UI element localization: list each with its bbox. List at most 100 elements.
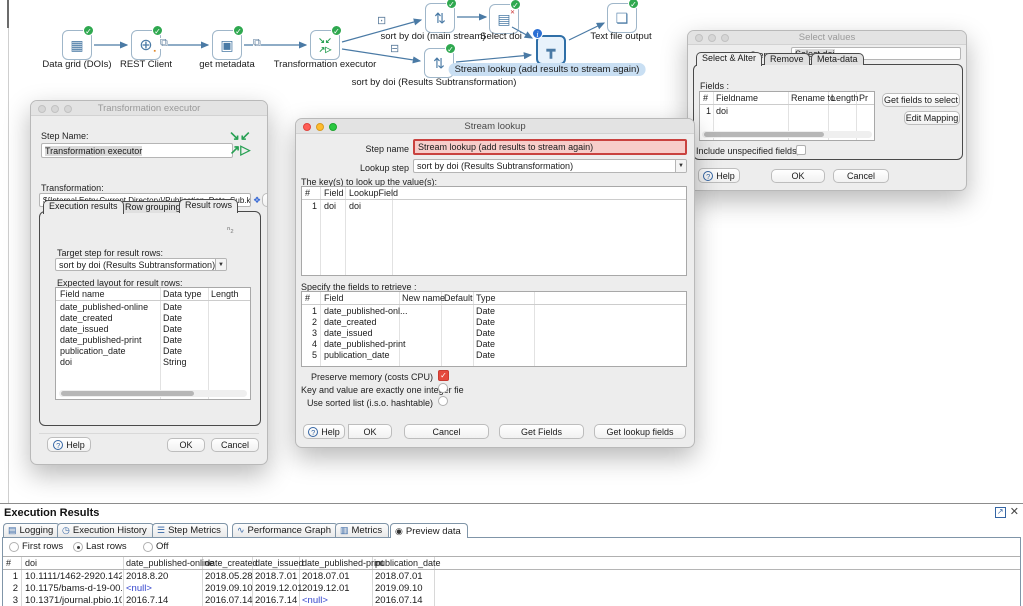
lookup-keys-table[interactable]: # Field LookupField 1 doi doi (301, 186, 687, 276)
column-header: publication_date (375, 558, 441, 568)
tab-preview-data[interactable]: ◉Preview data (390, 523, 468, 538)
preserve-memory-checkbox[interactable]: ✓ (438, 370, 449, 381)
help-button[interactable]: ?Help (698, 168, 740, 183)
success-badge: ✓ (510, 0, 521, 10)
tab-meta-data[interactable]: Meta-data (811, 53, 864, 65)
copy-rows-icon[interactable]: ⧉ (160, 38, 168, 49)
node-label-sort-main: sort by doi (main stream) (380, 31, 485, 42)
tab-step-metrics[interactable]: ☰Step Metrics (152, 523, 228, 537)
ok-button[interactable]: OK (771, 169, 825, 183)
chevron-down-icon[interactable]: ▼ (675, 160, 686, 172)
dialog-titlebar[interactable]: Select values (688, 31, 966, 45)
open-in-window-icon[interactable]: ↗ (995, 507, 1006, 518)
tab-select-alter[interactable]: Select & Alter (696, 52, 762, 66)
data-grid-icon: ▦ (70, 37, 83, 54)
first-rows-radio[interactable] (9, 542, 19, 552)
dialog-titlebar[interactable]: Transformation executor (31, 101, 267, 116)
browse-button[interactable]: Br (262, 193, 268, 207)
get-metadata-icon: ▣ (220, 37, 233, 54)
ok-button[interactable]: OK (167, 438, 205, 452)
retrieve-fields-table[interactable]: # Field New name Default Type 1date_publ… (301, 291, 687, 367)
ok-button[interactable]: OK (348, 424, 392, 439)
hop-sortresults-streamlookup (456, 55, 531, 62)
key-value-integer-radio[interactable] (438, 383, 448, 393)
first-rows-label: First rows (22, 541, 63, 552)
last-rows-radio[interactable] (73, 542, 83, 552)
node-stream-lookup[interactable]: ┳ (536, 35, 566, 65)
lookup-step-dropdown[interactable]: sort by doi (Results Subtransformation) … (413, 159, 687, 173)
column-header: Length (831, 93, 859, 103)
get-lookup-fields-button[interactable]: Get lookup fields (594, 424, 686, 439)
help-button[interactable]: ?Help (47, 437, 91, 452)
column-header: LookupField (349, 188, 398, 198)
tab-metrics[interactable]: ▥Metrics (335, 523, 389, 537)
node-label-data-grid: Data grid (DOIs) (42, 59, 111, 70)
get-fields-to-select-button[interactable]: Get fields to select (882, 93, 960, 107)
tab-logging[interactable]: ▤Logging (3, 523, 60, 537)
step-metrics-icon: ☰ (157, 525, 165, 536)
minimize-icon[interactable] (316, 123, 324, 131)
result-rows-icon[interactable]: ⊟ (390, 44, 399, 55)
window-controls[interactable] (38, 105, 72, 113)
close-icon[interactable] (303, 123, 311, 131)
copy-rows-icon[interactable]: ⧉ (253, 38, 261, 49)
column-header: date_issued (255, 558, 304, 568)
doi-cell: 10.1111/1462-2920.14285 (25, 571, 122, 582)
include-unspecified-checkbox[interactable] (796, 145, 806, 155)
horizontal-scrollbar[interactable] (702, 131, 872, 138)
target-step-dropdown[interactable]: sort by doi (Results Subtransformation) … (55, 258, 227, 271)
include-unspecified-label: Include unspecified fields, c (696, 146, 806, 156)
execution-results-panel: Execution Results ↗ ✕ ▤Logging ◷Executio… (0, 503, 1023, 606)
minimize-icon[interactable] (51, 105, 59, 113)
window-controls[interactable] (303, 123, 337, 131)
tab-performance-graph[interactable]: ∿Performance Graph (232, 523, 338, 537)
tab-remove[interactable]: Remove (764, 53, 810, 65)
result-rows-panel: ⁿ₂ Target step for result rows: sort by … (39, 211, 261, 426)
date-cell: 2016.07.14 (375, 595, 423, 606)
tab-execution-history[interactable]: ◷Execution History (57, 523, 154, 537)
minimize-icon[interactable] (708, 34, 716, 42)
get-fields-button[interactable]: Get Fields (499, 424, 584, 439)
horizontal-scrollbar[interactable] (59, 390, 247, 397)
off-label: Off (156, 541, 169, 552)
main-output-icon[interactable]: ⊡ (377, 16, 386, 27)
close-panel-icon[interactable]: ✕ (1010, 507, 1019, 518)
step-name-input[interactable]: Stream lookup (add results to stream aga… (413, 139, 687, 155)
tab-row-grouping[interactable]: Row grouping (119, 201, 187, 213)
chevron-down-icon[interactable]: ▼ (215, 259, 226, 270)
node-label-get-metadata: get metadata (199, 59, 254, 70)
zoom-icon[interactable] (721, 34, 729, 42)
expected-layout-table[interactable]: Field name Data type Length date_publish… (55, 287, 251, 400)
zoom-icon[interactable] (64, 105, 72, 113)
tab-result-rows[interactable]: Result rows (179, 199, 238, 213)
cancel-button[interactable]: Cancel (211, 438, 259, 452)
column-header: Fieldname (716, 93, 758, 103)
step-name-label: Step name (356, 144, 409, 154)
success-badge: ✓ (152, 25, 163, 36)
success-badge: ✓ (83, 25, 94, 36)
sorted-list-radio[interactable] (438, 396, 448, 406)
close-icon[interactable] (695, 34, 703, 42)
help-button[interactable]: ?Help (303, 424, 345, 439)
rest-client-icon: ⊕ (139, 35, 152, 55)
off-radio[interactable] (143, 542, 153, 552)
node-label-transformation-executor: Transformation executor (274, 59, 377, 70)
step-name-label: Step Name: (41, 131, 89, 141)
preview-data-table: # doi date_published-online date_created… (3, 556, 1020, 606)
tab-execution-results[interactable]: Execution results (43, 200, 124, 214)
dialog-title: Stream lookup (464, 121, 525, 132)
cancel-button[interactable]: Cancel (833, 169, 889, 183)
dialog-titlebar[interactable]: Stream lookup (296, 119, 694, 134)
window-controls[interactable] (695, 34, 729, 42)
column-header: # (305, 293, 310, 303)
fields-table[interactable]: # Fieldname Rename to Length Pr 1 doi (699, 91, 875, 141)
edit-mapping-button[interactable]: Edit Mapping (904, 111, 960, 125)
data-type-cell: Date (163, 324, 182, 334)
field-cell: publication_date (324, 350, 390, 360)
close-icon[interactable] (38, 105, 46, 113)
cancel-button[interactable]: Cancel (404, 424, 489, 439)
column-header: Field (324, 293, 344, 303)
zoom-icon[interactable] (329, 123, 337, 131)
step-name-input[interactable]: Transformation executor (41, 143, 233, 158)
node-label-stream-lookup: Stream lookup (add results to stream aga… (449, 63, 646, 76)
